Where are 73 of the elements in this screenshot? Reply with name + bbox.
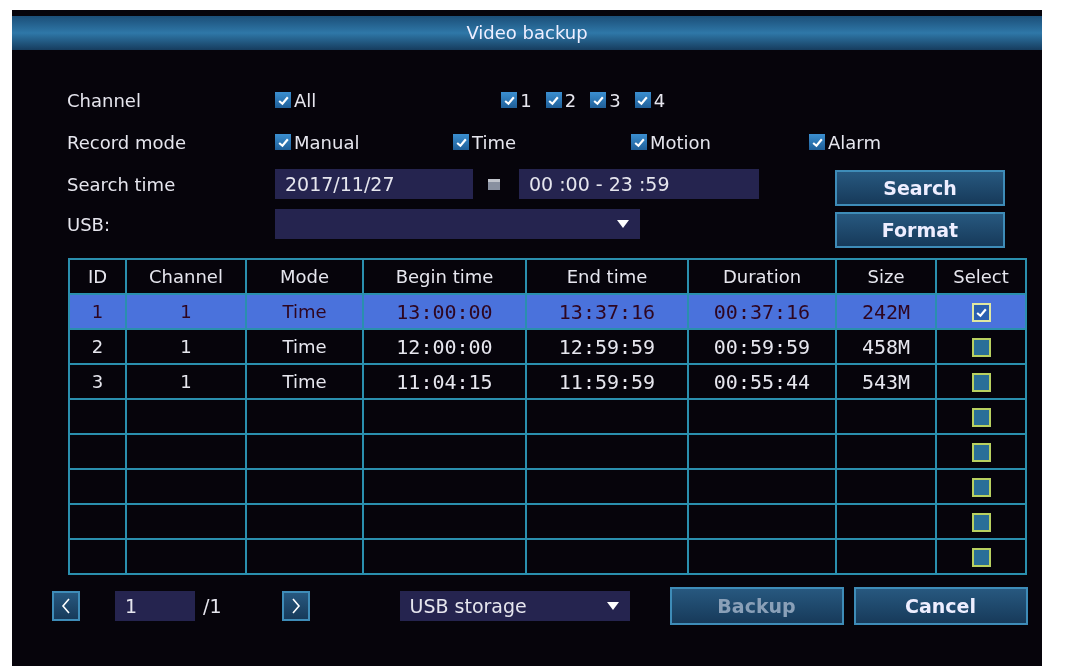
column-header: ID bbox=[69, 259, 126, 294]
selected-row[interactable]: 1 1 Time 13:00:00 13:37:16 00:37:16 242M bbox=[69, 294, 1026, 329]
action-button[interactable]: Cancel bbox=[853, 587, 1028, 625]
action-button[interactable]: Format bbox=[835, 212, 1005, 248]
checkbox[interactable] bbox=[971, 338, 991, 358]
checkbox[interactable]: Time bbox=[453, 131, 631, 153]
storage-dropdown[interactable]: USB storage bbox=[399, 591, 630, 621]
previous-page-button[interactable] bbox=[52, 591, 80, 621]
table-cell: 11:04:15 bbox=[396, 369, 493, 394]
table-cell: 3 bbox=[91, 371, 104, 392]
checkbox[interactable]: 3 bbox=[590, 89, 621, 111]
table-cell: 13:00:00 bbox=[396, 299, 493, 324]
checkbox[interactable]: Alarm bbox=[809, 131, 987, 153]
action-button[interactable]: Search bbox=[835, 170, 1005, 206]
checkbox-icon[interactable] bbox=[453, 134, 469, 150]
table-cell: Time bbox=[282, 336, 327, 357]
table-cell: 12:59:59 bbox=[558, 334, 656, 359]
page-total: /1 bbox=[203, 595, 222, 617]
table-cell: 00:55:44 bbox=[713, 369, 811, 394]
table-cell: 12:00:00 bbox=[396, 334, 493, 359]
calendar-icon[interactable] bbox=[487, 177, 501, 191]
window-title: Video backup bbox=[12, 16, 1042, 50]
table-cell: 242M bbox=[861, 299, 911, 324]
checkbox[interactable] bbox=[971, 373, 991, 393]
table-cell: 543M bbox=[861, 369, 911, 394]
checkbox[interactable]: Motion bbox=[631, 131, 809, 153]
checkbox-icon[interactable] bbox=[275, 134, 291, 150]
table-cell: 1 bbox=[180, 301, 192, 322]
checkbox[interactable]: 1 bbox=[501, 89, 532, 111]
table-cell: 458M bbox=[861, 334, 911, 359]
checkbox[interactable] bbox=[971, 478, 991, 498]
field-label: Record mode bbox=[67, 131, 187, 153]
table-cell: Time bbox=[282, 301, 327, 322]
checkbox[interactable]: All bbox=[275, 89, 317, 111]
checkbox-icon[interactable] bbox=[501, 92, 518, 108]
checkbox[interactable] bbox=[971, 513, 991, 533]
time-range-field[interactable]: 00 :00 - 23 :59 bbox=[519, 169, 759, 199]
checkbox-icon[interactable] bbox=[634, 92, 651, 108]
checkbox[interactable]: 2 bbox=[545, 89, 577, 111]
checkbox[interactable]: Manual bbox=[275, 131, 453, 153]
page-field[interactable]: 1 bbox=[115, 591, 195, 621]
table-cell: 00:37:16 bbox=[713, 299, 811, 324]
chevron-right-icon bbox=[290, 598, 301, 614]
column-header: End time bbox=[526, 259, 688, 294]
checkbox[interactable]: 4 bbox=[634, 89, 666, 111]
table-cell: 2 bbox=[91, 336, 104, 357]
table-cell: 1 bbox=[91, 301, 104, 322]
check-icon bbox=[974, 306, 988, 320]
checkbox[interactable] bbox=[971, 303, 991, 323]
checkbox-icon[interactable] bbox=[590, 92, 607, 108]
table-cell: Time bbox=[282, 371, 327, 392]
column-header: Duration bbox=[688, 259, 836, 294]
checkbox-icon[interactable] bbox=[545, 92, 562, 108]
checkbox[interactable] bbox=[971, 408, 991, 428]
chevron-left-icon bbox=[61, 598, 71, 614]
table-cell: 1 bbox=[180, 371, 192, 392]
column-header: Begin time bbox=[363, 259, 526, 294]
field-label: Channel bbox=[67, 89, 142, 111]
checkbox-icon[interactable] bbox=[631, 134, 647, 150]
table-cell: 13:37:16 bbox=[558, 299, 656, 324]
field-label: Search time bbox=[67, 173, 177, 195]
date-field[interactable]: 2017/11/27 bbox=[275, 169, 473, 199]
checkbox[interactable] bbox=[971, 443, 991, 463]
caret-icon bbox=[616, 219, 630, 229]
table-cell: 00:59:59 bbox=[713, 334, 811, 359]
caret-icon bbox=[605, 601, 620, 611]
table-cell: 11:59:59 bbox=[558, 369, 656, 394]
checkbox[interactable] bbox=[971, 548, 991, 568]
table-cell: 1 bbox=[180, 336, 192, 357]
field-label: USB: bbox=[67, 213, 111, 235]
checkbox-icon[interactable] bbox=[809, 134, 825, 150]
checkbox-icon[interactable] bbox=[275, 92, 291, 108]
next-page-button[interactable] bbox=[281, 591, 310, 621]
